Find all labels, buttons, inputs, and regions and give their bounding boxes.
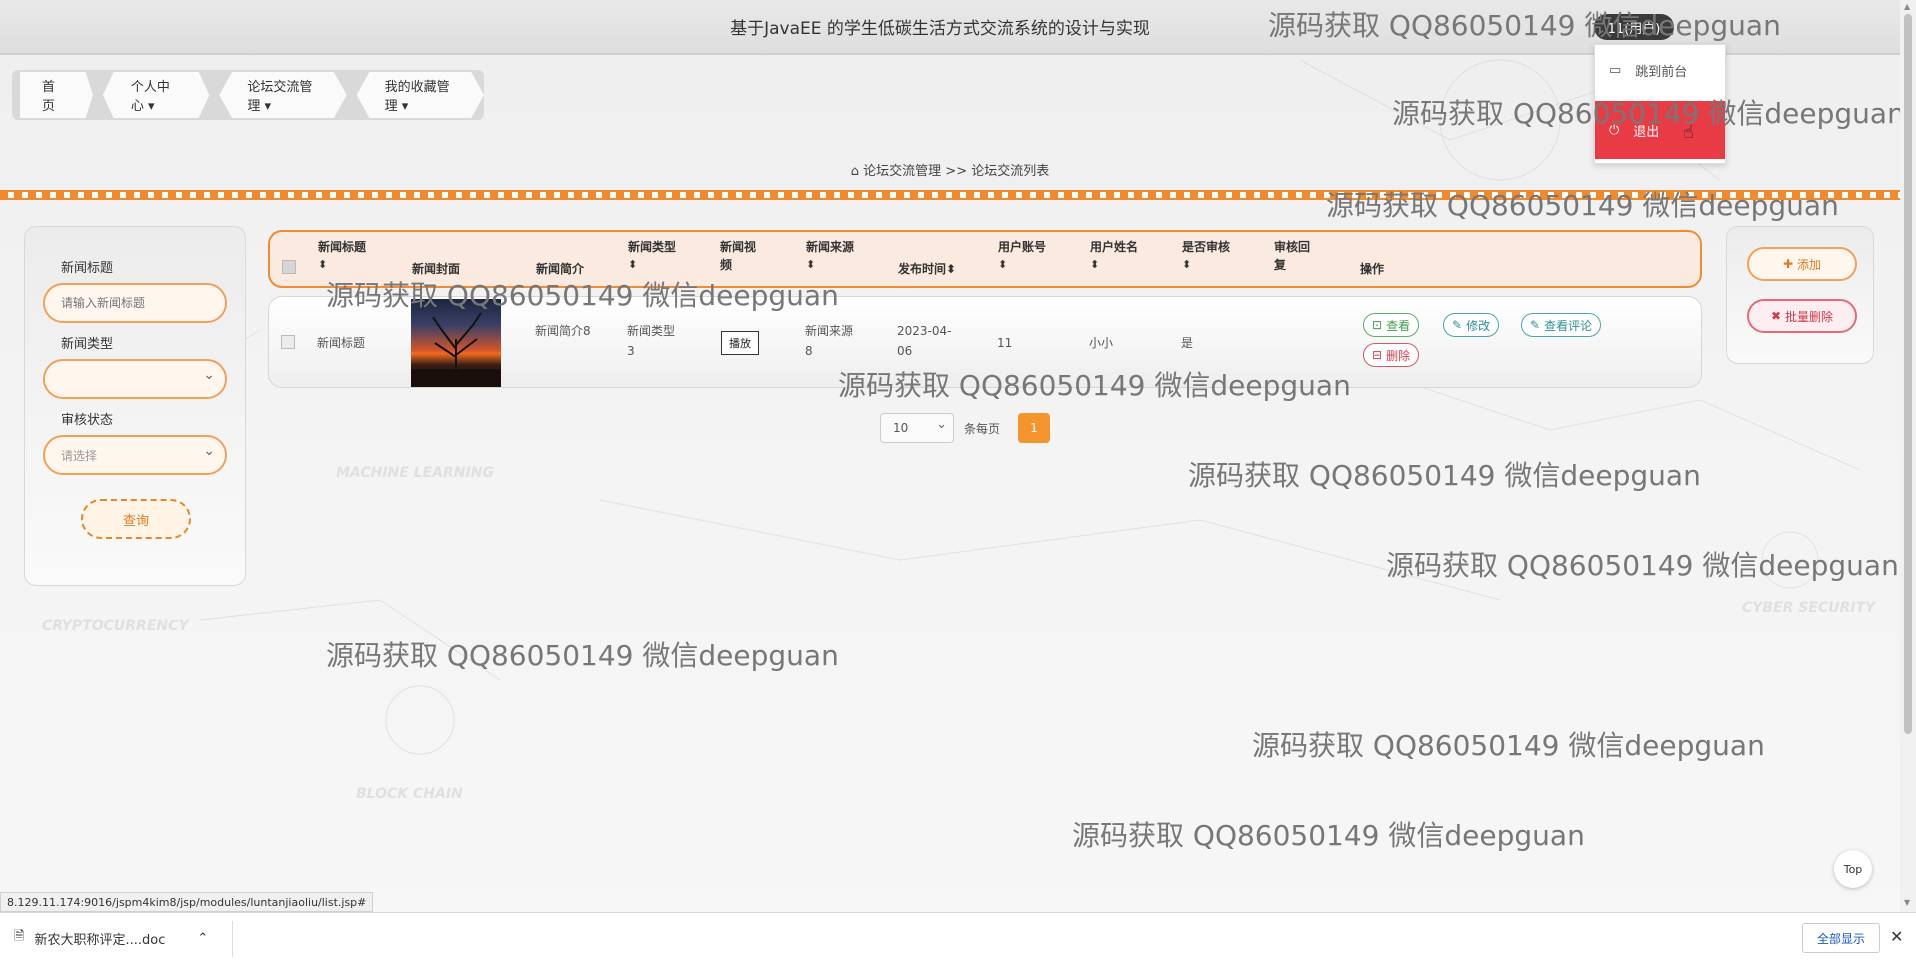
nav-item-forum-management[interactable]: 论坛交流管理 ▾ (219, 72, 347, 118)
watermark-text: 源码获取 QQ86050149 微信deepguan (1072, 819, 1585, 852)
breadcrumb-section[interactable]: 论坛交流管理 (863, 164, 941, 179)
cell-account: 11 (997, 336, 1013, 350)
watermark-text: 源码获取 QQ86050149 微信deepguan (1268, 9, 1781, 42)
document-icon: 🗎 (14, 929, 25, 944)
download-bar: 🗎 新农大职称评定....doc ⌃ 全部显示 ✕ (0, 912, 1916, 964)
nav-item-home[interactable]: 首页 (20, 72, 93, 118)
edit-icon: ✎ (1530, 318, 1541, 332)
menu-item-front[interactable]: ▭ 跳到前台 (1595, 45, 1725, 95)
watermark-text: 源码获取 QQ86050149 微信deepguan (1386, 549, 1899, 582)
column-header-actions: 操作 (1360, 262, 1385, 276)
status-bar-url: 8.129.11.174:9016/jspm4kim8/jsp/modules/… (0, 892, 374, 912)
show-all-downloads-button[interactable]: 全部显示 (1802, 923, 1880, 953)
row-checkbox[interactable] (281, 335, 295, 349)
sort-icon[interactable]: ⬍ (946, 262, 956, 276)
page-button-current[interactable]: 1 (1018, 413, 1050, 443)
download-item[interactable]: 🗎 新农大职称评定....doc ⌃ (14, 927, 208, 949)
cell-title: 新闻标题 (317, 336, 366, 350)
svg-text:CYBER SECURITY: CYBER SECURITY (1742, 600, 1877, 616)
watermark-text: 源码获取 QQ86050149 微信deepguan (1188, 459, 1701, 492)
breadcrumb-separator: >> (945, 164, 968, 179)
scroll-down-icon[interactable]: ▼ (1904, 898, 1910, 907)
minus-box-icon: ⊟ (1372, 348, 1383, 362)
add-button[interactable]: ✚ 添加 (1747, 247, 1857, 281)
page-size-select[interactable]: 10 (880, 413, 954, 443)
monitor-icon: ▭ (1609, 62, 1622, 78)
sort-icon[interactable]: ⬍ (318, 256, 378, 274)
column-header-video: 新闻视频 (720, 240, 757, 272)
review-filter-label: 审核状态 (61, 413, 114, 428)
download-file-name: 新农大职称评定....doc (34, 932, 166, 948)
nav-item-personal-center[interactable]: 个人中心 ▾ (102, 72, 210, 118)
download-separator (232, 921, 233, 957)
column-header-name[interactable]: 用户姓名 ⬍ (1090, 238, 1150, 274)
back-to-top-button[interactable]: Top (1834, 850, 1872, 888)
column-header-publish-time[interactable]: 发布时间⬍ (898, 260, 978, 278)
batch-delete-button[interactable]: ✖ 批量删除 (1747, 299, 1857, 333)
plus-icon: ✚ (1782, 257, 1794, 271)
column-header-source[interactable]: 新闻来源 ⬍ (806, 238, 866, 274)
view-comments-button[interactable]: ✎ 查看评论 (1521, 313, 1602, 337)
per-page-label: 条每页 (964, 422, 1001, 436)
cell-type: 新闻类型3 (627, 324, 676, 358)
column-header-account[interactable]: 用户账号 ⬍ (998, 238, 1058, 274)
breadcrumb-page: 论坛交流列表 (971, 164, 1050, 179)
cell-reviewed: 是 (1181, 336, 1194, 350)
watermark-text: 源码获取 QQ86050149 微信deepguan (326, 279, 839, 312)
delete-button[interactable]: ⊟ 删除 (1363, 343, 1420, 367)
review-status-select[interactable]: 请选择 (43, 435, 227, 475)
title-search-input[interactable] (43, 283, 227, 323)
watermark-text: 源码获取 QQ86050149 微信deepguan (838, 369, 1351, 402)
edit-button[interactable]: ✎ 修改 (1443, 313, 1500, 337)
home-icon[interactable]: ⌂ (851, 164, 859, 179)
sort-icon[interactable]: ⬍ (806, 256, 866, 274)
watermark-text: 源码获取 QQ86050149 微信deepguan (1326, 189, 1839, 222)
watermark-text: 源码获取 QQ86050149 微信deepguan (1252, 729, 1765, 762)
cell-publish-time: 2023-04-06 (897, 324, 952, 358)
sort-icon[interactable]: ⬍ (628, 256, 688, 274)
sort-icon[interactable]: ⬍ (1090, 256, 1150, 274)
svg-text:CRYPTOCURRENCY: CRYPTOCURRENCY (42, 618, 190, 634)
nav-item-favorites-management[interactable]: 我的收藏管理 ▾ (356, 72, 484, 118)
svg-text:BLOCK CHAIN: BLOCK CHAIN (356, 786, 463, 802)
breadcrumb: ⌂ 论坛交流管理 >> 论坛交流列表 (0, 160, 1900, 179)
query-button[interactable]: 查询 (81, 499, 191, 539)
action-panel: ✚ 添加 ✖ 批量删除 (1726, 226, 1874, 364)
watermark-text: 源码获取 QQ86050149 微信deepguan (1392, 97, 1905, 130)
edit-icon: ✎ (1452, 318, 1463, 332)
sort-icon[interactable]: ⬍ (998, 256, 1058, 274)
search-panel: 新闻标题 新闻类型 审核状态 请选择 查询 (24, 226, 246, 586)
chevron-up-icon[interactable]: ⌃ (197, 931, 208, 946)
view-button[interactable]: ⊡ 查看 (1363, 313, 1420, 337)
cell-intro: 新闻简介8 (535, 324, 591, 338)
column-header-reply: 审核回复 (1274, 240, 1311, 272)
view-icon: ⊡ (1372, 318, 1383, 332)
watermark-text: 源码获取 QQ86050149 微信deepguan (326, 639, 839, 672)
title-filter-label: 新闻标题 (61, 261, 114, 276)
svg-text:MACHINE LEARNING: MACHINE LEARNING (336, 465, 494, 481)
close-icon[interactable]: ✕ (1890, 927, 1903, 946)
column-header-reviewed[interactable]: 是否审核 ⬍ (1182, 238, 1252, 274)
cell-source: 新闻来源8 (805, 324, 854, 358)
type-filter-label: 新闻类型 (61, 337, 114, 352)
cell-name: 小小 (1089, 336, 1114, 350)
column-header-title[interactable]: 新闻标题 ⬍ (318, 238, 378, 274)
close-icon: ✖ (1770, 309, 1782, 323)
page-scrollbar[interactable]: ▲ ▼ (1900, 0, 1916, 912)
scroll-up-icon[interactable]: ▲ (1904, 2, 1910, 11)
sort-icon[interactable]: ⬍ (1182, 256, 1252, 274)
column-header-type[interactable]: 新闻类型 ⬍ (628, 238, 688, 274)
menu-item-front-label: 跳到前台 (1635, 64, 1688, 80)
type-select[interactable] (43, 359, 227, 399)
play-video-button[interactable]: 播放 (721, 331, 759, 355)
main-nav: 首页 个人中心 ▾ 论坛交流管理 ▾ 我的收藏管理 ▾ (12, 70, 484, 120)
scrollbar-thumb[interactable] (1904, 14, 1912, 734)
select-all-checkbox[interactable] (282, 260, 296, 274)
